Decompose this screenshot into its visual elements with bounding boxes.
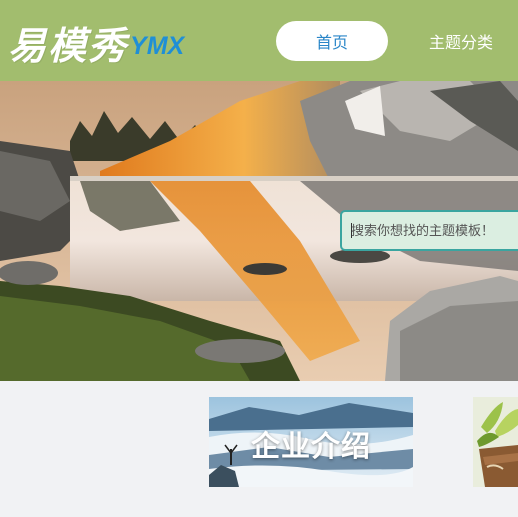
nav-theme-category-link[interactable]: 主题分类 bbox=[418, 21, 504, 61]
logo-chinese-text: 易模秀 bbox=[8, 22, 129, 68]
card-title: 企业介绍 bbox=[250, 429, 371, 463]
category-card-partial[interactable] bbox=[473, 397, 518, 487]
site-logo[interactable]: 易模秀 YMX bbox=[8, 14, 184, 70]
text-cursor bbox=[351, 223, 352, 238]
nav-home-button[interactable]: 首页 bbox=[276, 21, 388, 61]
card-image-potted-plant bbox=[473, 397, 518, 487]
logo-english-text: YMX bbox=[130, 31, 185, 60]
category-card-company-intro[interactable]: 企业介绍 bbox=[209, 397, 413, 487]
search-input[interactable] bbox=[342, 212, 518, 249]
search-field[interactable] bbox=[340, 210, 518, 251]
header-bar: 易模秀 YMX 首页 主题分类 bbox=[0, 0, 518, 81]
